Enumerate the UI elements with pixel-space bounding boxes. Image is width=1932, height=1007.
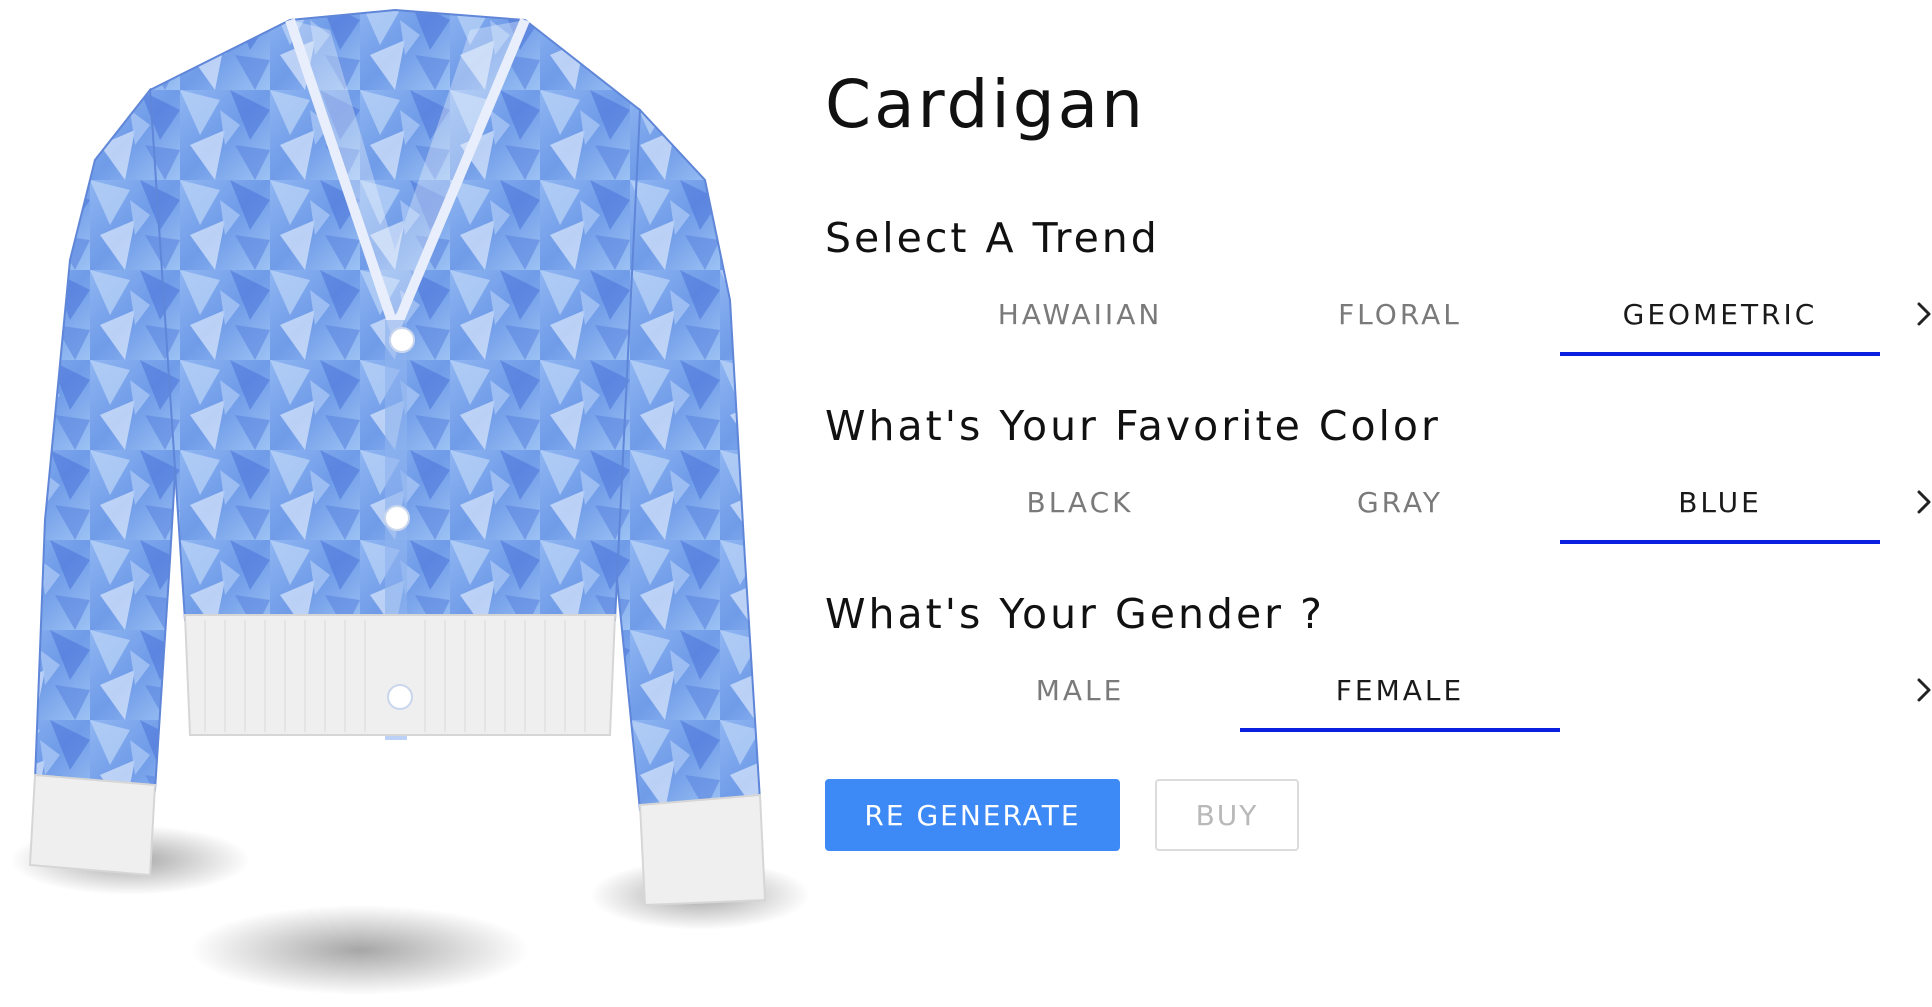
cardigan-illustration — [10, 8, 810, 995]
color-next-button[interactable] — [1892, 460, 1932, 544]
trend-next-button[interactable] — [1892, 272, 1932, 356]
tab-blue[interactable]: BLUE — [1560, 460, 1880, 544]
gender-next-button[interactable] — [1892, 648, 1932, 732]
tab-male[interactable]: MALE — [920, 648, 1240, 732]
tab-gray[interactable]: GRAY — [1240, 460, 1560, 544]
tab-black[interactable]: BLACK — [920, 460, 1240, 544]
color-section-title: What's Your Favorite Color — [825, 402, 1441, 450]
product-configurator: Cardigan Select A Trend HAWAIIAN FLORAL … — [0, 0, 1932, 1007]
product-image — [0, 0, 812, 1007]
chevron-right-icon — [1917, 490, 1931, 514]
chevron-right-icon — [1917, 678, 1931, 702]
tab-hawaiian[interactable]: HAWAIIAN — [920, 272, 1240, 356]
product-title: Cardigan — [825, 66, 1146, 143]
tab-floral[interactable]: FLORAL — [1240, 272, 1560, 356]
gender-section-title: What's Your Gender ? — [825, 590, 1325, 638]
tab-geometric[interactable]: GEOMETRIC — [1560, 272, 1880, 356]
trend-section-title: Select A Trend — [825, 214, 1160, 262]
gender-tabs: MALE FEMALE — [920, 648, 1932, 732]
trend-tabs: HAWAIIAN FLORAL GEOMETRIC — [920, 272, 1932, 356]
tab-female[interactable]: FEMALE — [1240, 648, 1560, 732]
buy-button[interactable]: BUY — [1155, 779, 1299, 851]
regenerate-button[interactable]: RE GENERATE — [825, 779, 1120, 851]
color-tabs: BLACK GRAY BLUE — [920, 460, 1932, 544]
configurator-panel: Cardigan Select A Trend HAWAIIAN FLORAL … — [825, 0, 1932, 1007]
chevron-right-icon — [1917, 302, 1931, 326]
